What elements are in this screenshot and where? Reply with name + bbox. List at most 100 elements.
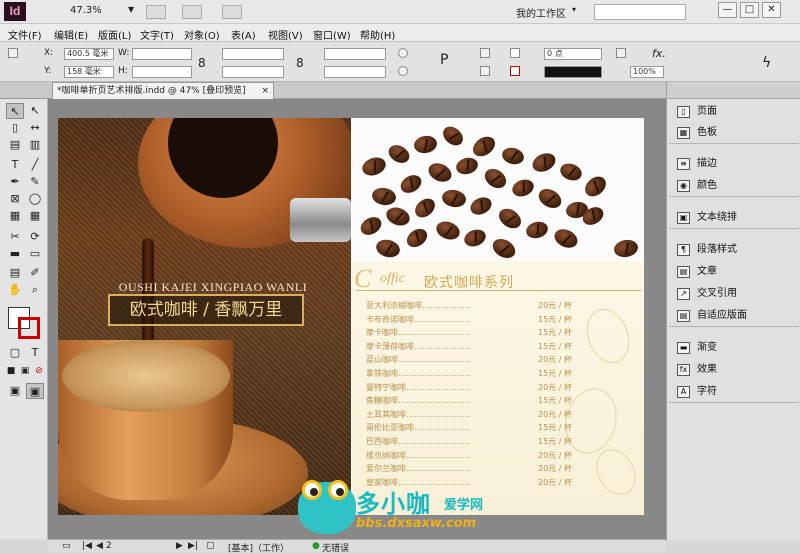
reference-point-icon[interactable] — [8, 48, 18, 58]
status-icon[interactable]: ▭ — [62, 541, 71, 551]
pencil-tool-icon[interactable]: ✎ — [26, 174, 44, 190]
menu-item-row: 卡布奇诺咖啡………………… 15元 / 杯 — [366, 314, 596, 327]
shear-field[interactable] — [324, 66, 386, 78]
height-field[interactable] — [132, 66, 192, 78]
panel-group — [669, 337, 799, 403]
rotate-ccw-icon[interactable] — [398, 66, 408, 76]
stroke-type-select[interactable] — [544, 66, 602, 78]
scissors-tool-icon[interactable]: ✂ — [6, 229, 24, 245]
menu-item-price: 20元 / 杯 — [538, 477, 572, 487]
preview-view-icon[interactable]: ▣ — [26, 383, 44, 399]
arrange-documents-icon[interactable] — [222, 5, 242, 19]
pen-tool-icon[interactable]: ✒ — [6, 174, 24, 190]
view-options-icon[interactable] — [146, 5, 166, 19]
note-tool-icon[interactable]: ▤ — [6, 265, 24, 281]
menu-object[interactable]: 对象(O) — [184, 27, 220, 42]
gap-tool-icon[interactable]: ↔ — [26, 120, 44, 136]
menu-view[interactable]: 视图(V) — [268, 27, 303, 42]
drop-shadow-icon[interactable] — [616, 48, 626, 58]
first-page-icon[interactable]: |◀ — [82, 541, 92, 551]
open-page-icon[interactable]: ▢ — [206, 541, 215, 551]
stroke-swatch-icon[interactable] — [510, 66, 520, 76]
scale-x-field[interactable] — [222, 48, 284, 60]
menu-type[interactable]: 文字(T) — [140, 27, 174, 42]
line-tool-icon[interactable]: ╱ — [26, 157, 44, 173]
menu-item-row: 爱尔兰咖啡…………………… 20元 / 杯 — [366, 463, 596, 476]
select-content-icon[interactable] — [480, 66, 490, 76]
left-page-artwork[interactable]: OUSHI KAJEI XINGPIAO WANLI 欧式咖啡 / 香飘万里 — [58, 118, 351, 515]
content-collector-icon[interactable]: ▤ — [6, 137, 24, 153]
formatting-text-icon[interactable]: T — [26, 345, 44, 361]
formatting-container-icon[interactable]: ▢ — [6, 345, 24, 361]
coffee-bean — [433, 218, 463, 243]
next-page-icon[interactable]: ▶ — [176, 541, 183, 551]
preflight-status[interactable]: 无错误 — [322, 541, 349, 554]
menu-window[interactable]: 窗口(W) — [313, 27, 351, 42]
menu-file[interactable]: 文件(F) — [8, 27, 42, 42]
indesign-window: Id 47.3% ▼ 我的工作区 ▾ — □ ✕ 文件(F) 编辑(E) 版面(… — [0, 0, 800, 554]
normal-view-icon[interactable]: ▣ — [6, 383, 24, 399]
zoom-dropdown-icon[interactable]: ▼ — [128, 5, 134, 19]
stroke-color-box[interactable] — [18, 317, 40, 339]
direct-selection-tool-icon[interactable]: ↖ — [26, 103, 44, 119]
opacity-field[interactable]: 100% — [630, 66, 664, 78]
close-tab-icon[interactable]: × — [261, 83, 269, 99]
page-number[interactable]: 2 — [106, 541, 112, 551]
close-button[interactable]: ✕ — [762, 2, 781, 18]
screen-mode-icon[interactable] — [182, 5, 202, 19]
menu-table[interactable]: 表(A) — [231, 27, 256, 42]
ellipse-tool-icon[interactable]: ◯ — [26, 191, 44, 207]
apply-none-icon[interactable]: ⊘ — [30, 363, 48, 379]
menu-edit[interactable]: 编辑(E) — [54, 27, 88, 42]
menu-layout[interactable]: 版面(L) — [98, 27, 131, 42]
menu-help[interactable]: 帮助(H) — [360, 27, 395, 42]
rotation-field[interactable] — [324, 48, 386, 60]
search-input[interactable] — [594, 4, 686, 20]
coffee-bean — [495, 204, 525, 233]
watermark-sub: 爱学网 — [444, 498, 484, 513]
constrain-proportions-icon[interactable]: 8 — [198, 56, 206, 70]
zoom-tool-icon[interactable]: ⌕ — [26, 282, 44, 298]
select-container-icon[interactable] — [480, 48, 490, 58]
workspace-dropdown-icon[interactable]: ▾ — [572, 5, 580, 19]
zoom-level[interactable]: 47.3% — [70, 5, 102, 16]
menu-item-name: 焦糖咖啡……………………… — [366, 396, 470, 406]
fill-swatch-icon[interactable] — [510, 48, 520, 58]
y-field[interactable]: 158 毫米 — [64, 66, 114, 78]
prev-page-icon[interactable]: ◀ — [96, 541, 103, 551]
last-page-icon[interactable]: ▶| — [188, 541, 198, 551]
x-field[interactable]: 400.5 毫米 — [64, 48, 114, 60]
maximize-button[interactable]: □ — [740, 2, 759, 18]
fx-icon[interactable]: fx. — [652, 47, 666, 60]
menu-item-row: 意大利浓缩咖啡……………… 20元 / 杯 — [366, 300, 596, 313]
scale-y-field[interactable] — [222, 66, 284, 78]
rotate-cw-icon[interactable] — [398, 48, 408, 58]
type-tool-icon[interactable]: T — [6, 157, 24, 173]
eyedropper-tool-icon[interactable]: ✐ — [26, 265, 44, 281]
coffee-bean — [461, 226, 489, 250]
coffee-bean — [529, 149, 559, 176]
coffee-bean — [412, 134, 439, 155]
minimize-button[interactable]: — — [718, 2, 737, 18]
table-tool-icon[interactable]: ▦ — [6, 208, 24, 224]
width-field[interactable] — [132, 48, 192, 60]
scale-link-icon[interactable]: 8 — [296, 56, 304, 70]
grid-tool-icon[interactable]: ▦ — [26, 208, 44, 224]
right-page-menu[interactable]: C offic 欧式咖啡系列 意大利浓缩咖啡……………… 20元 / 杯卡布奇诺咖… — [352, 118, 644, 515]
gradient-feather-tool-icon[interactable]: ▭ — [26, 246, 44, 262]
selection-tool-icon[interactable]: ↖ — [6, 103, 24, 119]
free-transform-tool-icon[interactable]: ⟳ — [26, 229, 44, 245]
preflight-profile[interactable]: [基本]（工作） — [228, 541, 289, 554]
watermark-url: bbs.dxsaxw.com — [356, 516, 477, 531]
rectangle-frame-tool-icon[interactable]: ⊠ — [6, 191, 24, 207]
hand-tool-icon[interactable]: ✋ — [6, 282, 24, 298]
menu-item-price: 20元 / 杯 — [538, 464, 572, 474]
content-placer-icon[interactable]: ▥ — [26, 137, 44, 153]
quick-apply-icon[interactable]: ϟ — [762, 55, 771, 71]
stroke-weight-field[interactable]: 0 点 — [544, 48, 602, 60]
gradient-swatch-tool-icon[interactable]: ▬ — [6, 246, 24, 262]
page-tool-icon[interactable]: ▯ — [6, 120, 24, 136]
document-tab[interactable]: *咖啡单折页艺术排版.indd @ 47% [叠印预览] × — [52, 82, 274, 99]
coffee-bean — [581, 172, 610, 201]
dock-header[interactable] — [667, 82, 800, 99]
